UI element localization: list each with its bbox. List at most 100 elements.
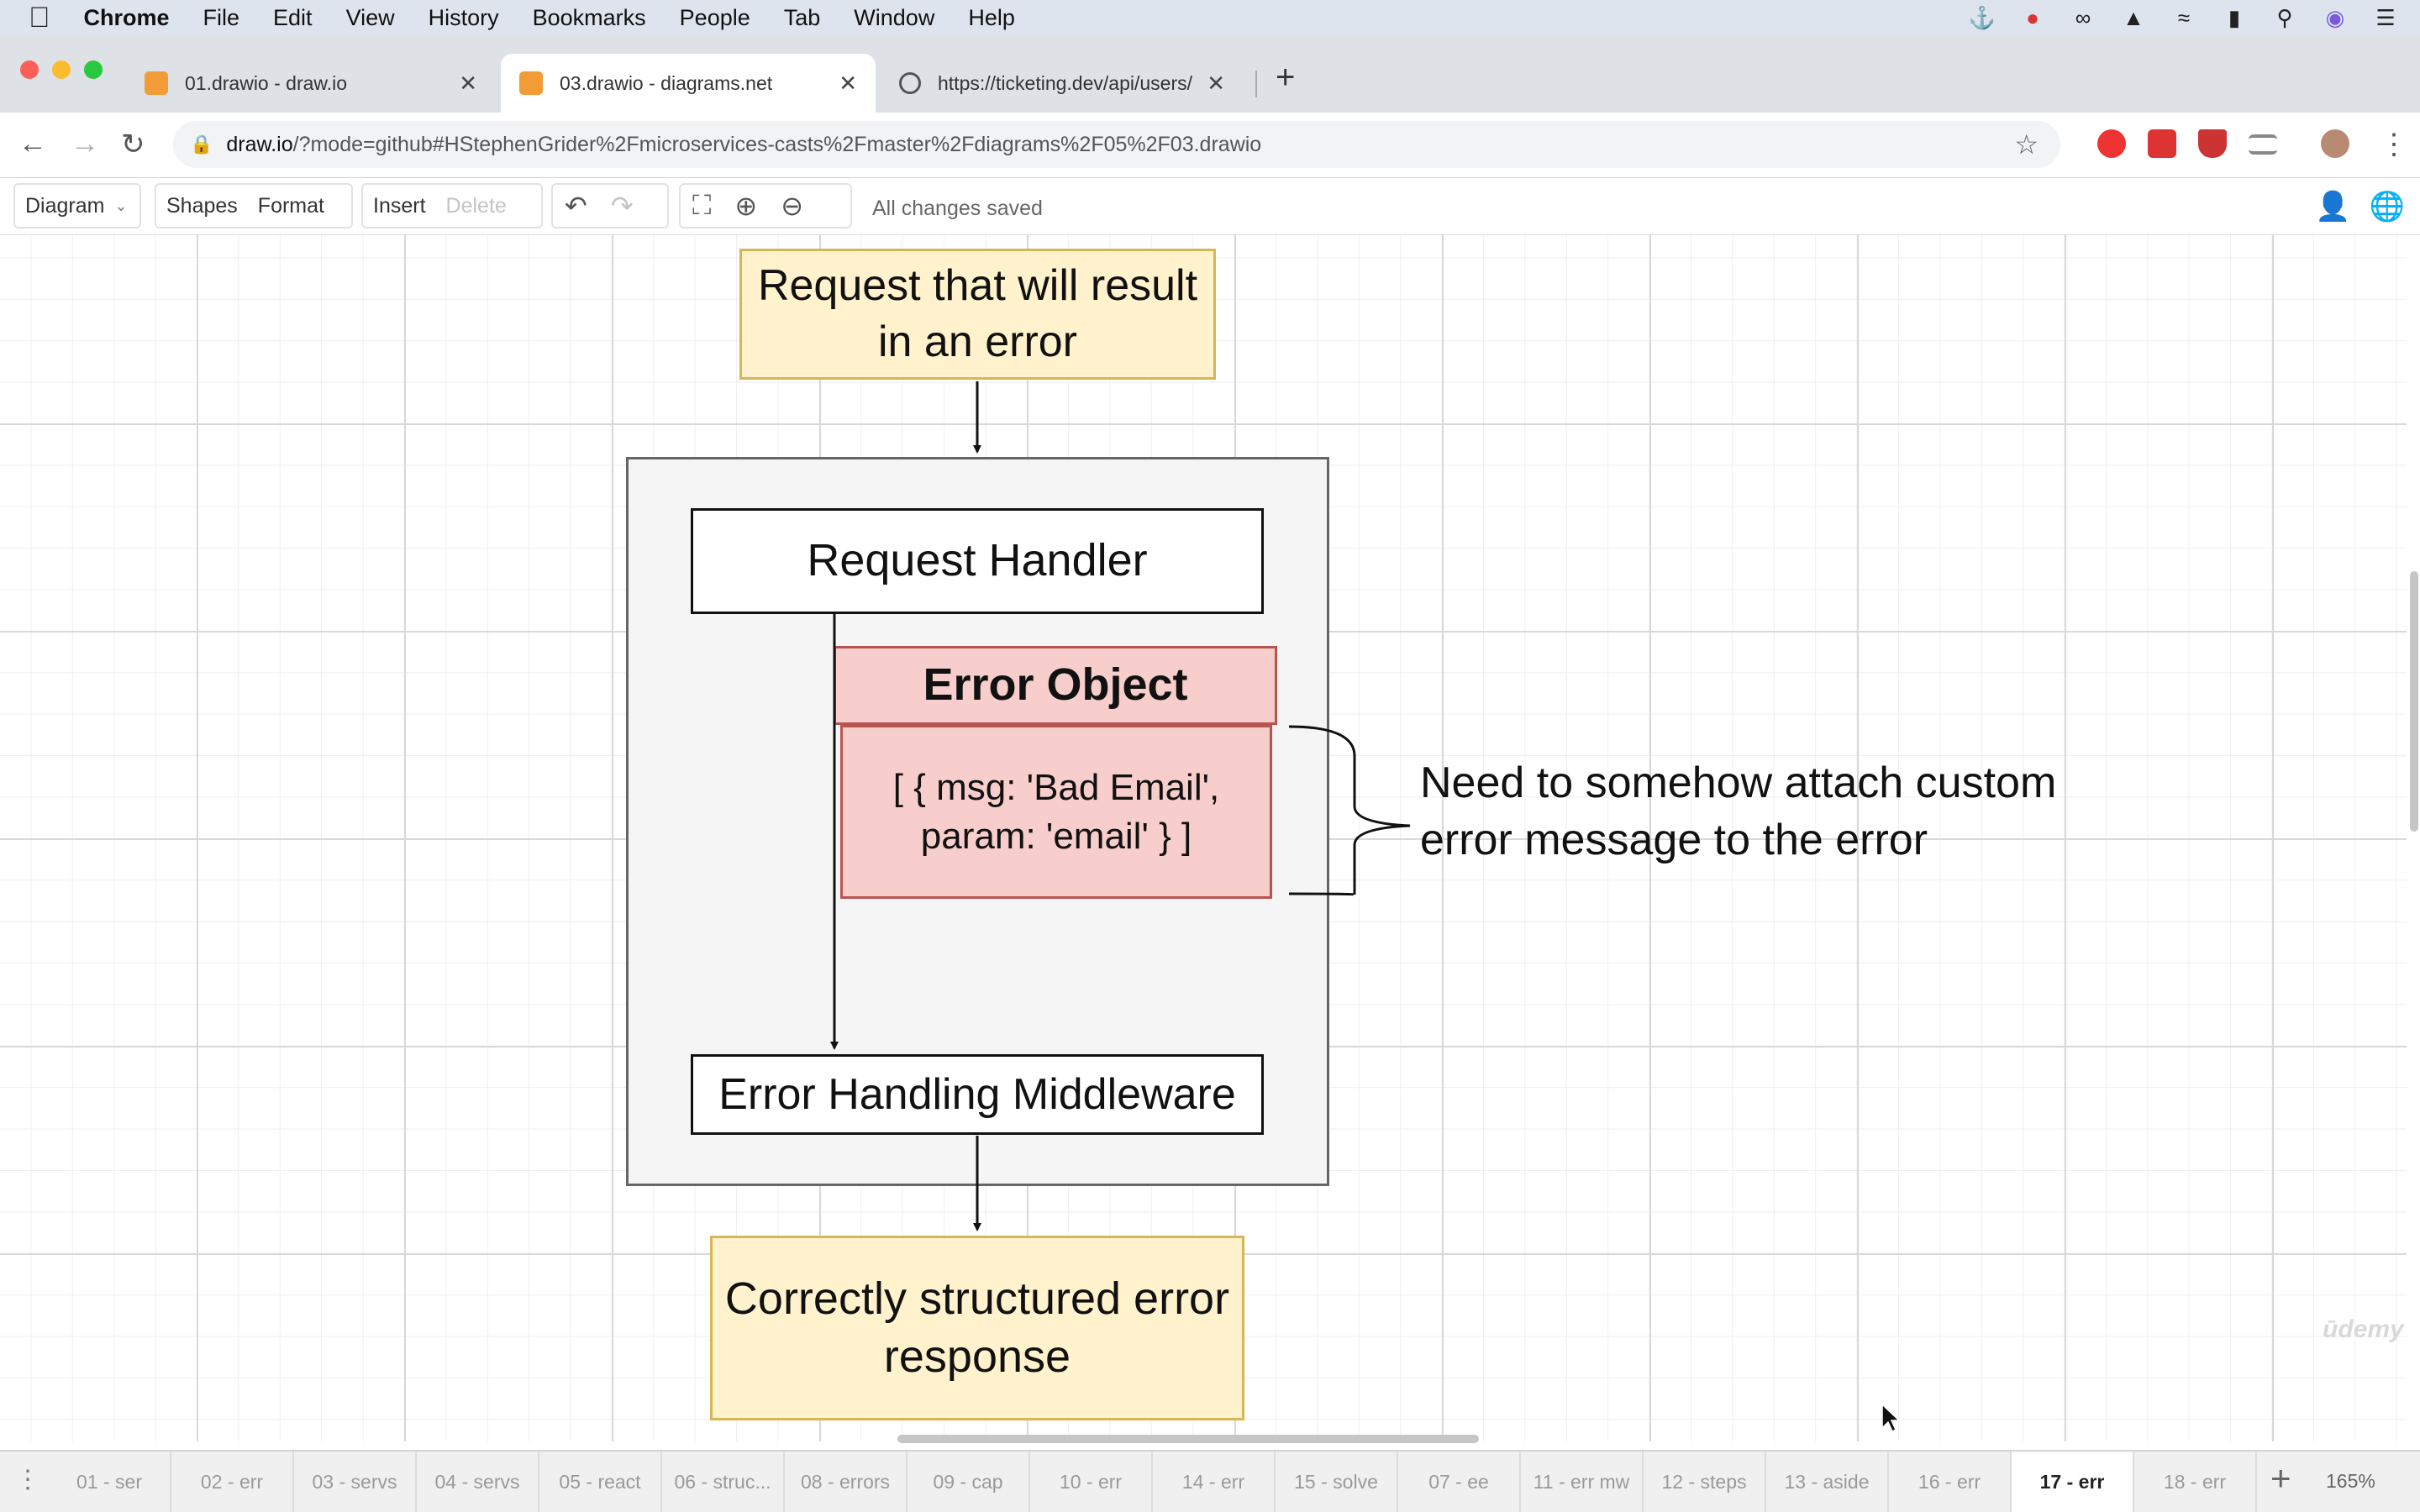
menu-people[interactable]: People bbox=[680, 5, 750, 31]
format-button[interactable]: Format bbox=[248, 194, 334, 218]
page-tab[interactable]: 06 - struc... bbox=[662, 1452, 785, 1512]
tab-03-diagrams[interactable]: 03.drawio - diagrams.net ✕ bbox=[501, 54, 876, 113]
browser-tab-strip: 01.drawio - draw.io ✕ 03.drawio - diagra… bbox=[0, 35, 2420, 113]
page-tab[interactable]: 18 - err bbox=[2134, 1452, 2257, 1512]
zoom-out-icon[interactable]: ⊖ bbox=[769, 190, 815, 222]
app-icon[interactable]: ● bbox=[2018, 5, 2047, 31]
shapes-format-group: Shapes Format bbox=[155, 183, 353, 228]
annotation-note-text: Need to somehow attach custom error mess… bbox=[1420, 759, 2057, 864]
zoom-level[interactable]: 165% bbox=[2326, 1470, 2375, 1493]
zoom-window-button[interactable] bbox=[84, 60, 103, 79]
page-tab-active[interactable]: 17 - err bbox=[2012, 1452, 2134, 1512]
forward-icon[interactable]: → bbox=[71, 128, 99, 160]
url-path: /?mode=github#HStephenGrider%2Fmicroserv… bbox=[292, 132, 1262, 156]
menu-app-name[interactable]: Chrome bbox=[84, 5, 170, 31]
diagram-canvas[interactable]: Request that will result in an error Req… bbox=[0, 235, 2407, 1441]
redo-icon[interactable]: ↷ bbox=[599, 190, 645, 222]
pages-menu-icon[interactable]: ⋮ bbox=[15, 1465, 40, 1494]
udemy-watermark: ūdemy bbox=[2323, 1315, 2404, 1343]
insert-delete-group: Insert Delete bbox=[361, 183, 543, 228]
spotlight-icon[interactable]: ⚲ bbox=[2270, 5, 2299, 31]
close-icon[interactable]: ✕ bbox=[1207, 71, 1225, 97]
annotation-note[interactable]: Need to somehow attach custom error mess… bbox=[1420, 729, 2059, 895]
insert-button[interactable]: Insert bbox=[363, 194, 436, 218]
language-globe-icon[interactable]: 🌐 bbox=[2370, 190, 2405, 223]
tab-title: https://ticketing.dev/api/users/cu bbox=[938, 71, 1194, 94]
battery-icon[interactable]: ▮ bbox=[2220, 5, 2249, 31]
url-host: draw.io bbox=[226, 132, 293, 156]
minimize-window-button[interactable] bbox=[52, 60, 71, 79]
avatar[interactable] bbox=[2321, 129, 2349, 158]
address-bar-row: ← → ↻ 🔒 draw.io/?mode=github#HStephenGri… bbox=[0, 113, 2420, 178]
page-tab[interactable]: 12 - steps bbox=[1644, 1452, 1766, 1512]
vertical-scroll-thumb[interactable] bbox=[2410, 571, 2418, 832]
page-tab[interactable]: 14 - err bbox=[1153, 1452, 1276, 1512]
fit-screen-icon[interactable]: ⛶ bbox=[681, 190, 723, 222]
menu-tab[interactable]: Tab bbox=[784, 5, 821, 31]
response-node[interactable]: Correctly structured error response bbox=[710, 1236, 1244, 1420]
list-icon[interactable]: ☰ bbox=[2371, 5, 2400, 31]
lock-icon: 🔒 bbox=[190, 134, 213, 155]
error-object-header[interactable]: Error Object bbox=[834, 646, 1277, 725]
zoom-in-icon[interactable]: ⊕ bbox=[723, 190, 769, 222]
add-page-button[interactable]: + bbox=[2270, 1458, 2291, 1499]
user-icon[interactable]: 👤 bbox=[2315, 190, 2350, 223]
page-tab[interactable]: 07 - ee bbox=[1398, 1452, 1521, 1512]
sort-extension-icon[interactable] bbox=[2249, 134, 2277, 155]
error-object-body[interactable]: [ { msg: 'Bad Email', param: 'email' } ] bbox=[840, 725, 1272, 899]
close-icon[interactable]: ✕ bbox=[459, 71, 477, 97]
apple-icon[interactable]:  bbox=[29, 2, 50, 34]
page-tab[interactable]: 02 - err bbox=[171, 1452, 294, 1512]
glasses-icon[interactable]: ∞ bbox=[2069, 5, 2097, 31]
page-tab[interactable]: 08 - errors bbox=[785, 1452, 908, 1512]
gauge-icon[interactable]: ▲ bbox=[2119, 5, 2148, 31]
wifi-icon[interactable]: ≈ bbox=[2170, 5, 2198, 31]
error-middleware-label: Error Handling Middleware bbox=[718, 1069, 1236, 1119]
tab-01-drawio[interactable]: 01.drawio - draw.io ✕ bbox=[126, 54, 496, 113]
page-tab[interactable]: 05 - react bbox=[539, 1452, 662, 1512]
diagram-menu[interactable]: Diagram ⌄ bbox=[13, 183, 141, 228]
menu-file[interactable]: File bbox=[203, 5, 240, 31]
shield-extension-icon[interactable] bbox=[2198, 129, 2227, 158]
error-middleware-node[interactable]: Error Handling Middleware bbox=[691, 1054, 1264, 1135]
menu-window[interactable]: Window bbox=[854, 5, 934, 31]
diagram-menu-label: Diagram bbox=[25, 193, 105, 218]
menu-history[interactable]: History bbox=[429, 5, 499, 31]
menu-view[interactable]: View bbox=[346, 5, 395, 31]
siri-icon[interactable]: ◉ bbox=[2321, 5, 2349, 31]
page-tab[interactable]: 03 - servs bbox=[294, 1452, 417, 1512]
reload-icon[interactable]: ↻ bbox=[121, 128, 145, 161]
page-tab[interactable]: 01 - ser bbox=[49, 1452, 171, 1512]
page-tab[interactable]: 04 - servs bbox=[417, 1452, 539, 1512]
url-field[interactable]: 🔒 draw.io/?mode=github#HStephenGrider%2F… bbox=[173, 121, 2060, 168]
horizontal-scrollbar[interactable] bbox=[897, 1435, 1479, 1443]
drawio-favicon-icon bbox=[145, 71, 168, 95]
new-tab-button[interactable]: + bbox=[1276, 59, 1295, 97]
request-node[interactable]: Request that will result in an error bbox=[739, 249, 1216, 380]
shapes-button[interactable]: Shapes bbox=[156, 194, 248, 218]
docker-icon[interactable]: ⚓ bbox=[1968, 5, 1996, 31]
undo-icon[interactable]: ↶ bbox=[553, 190, 599, 222]
vertical-scrollbar[interactable] bbox=[2407, 235, 2420, 1441]
extension-icon[interactable] bbox=[2148, 129, 2176, 158]
response-node-label: Correctly structured error response bbox=[724, 1273, 1230, 1382]
tab-ticketing-api[interactable]: https://ticketing.dev/api/users/cu ✕ bbox=[881, 54, 1244, 113]
page-tab[interactable]: 15 - solve bbox=[1276, 1452, 1398, 1512]
opera-extension-icon[interactable] bbox=[2097, 129, 2126, 158]
menu-help[interactable]: Help bbox=[968, 5, 1015, 31]
chrome-menu-icon[interactable]: ⋮ bbox=[2380, 128, 2408, 161]
menu-bookmarks[interactable]: Bookmarks bbox=[533, 5, 646, 31]
bookmark-star-icon[interactable]: ☆ bbox=[2014, 129, 2039, 160]
back-icon[interactable]: ← bbox=[18, 128, 47, 160]
page-tab[interactable]: 10 - err bbox=[1030, 1452, 1153, 1512]
close-icon[interactable]: ✕ bbox=[839, 71, 857, 97]
request-handler-node[interactable]: Request Handler bbox=[691, 508, 1264, 614]
page-tab[interactable]: 16 - err bbox=[1889, 1452, 2012, 1512]
error-object-title: Error Object bbox=[923, 659, 1188, 711]
delete-button[interactable]: Delete bbox=[436, 194, 517, 218]
page-tab[interactable]: 13 - aside bbox=[1766, 1452, 1889, 1512]
page-tab[interactable]: 11 - err mw bbox=[1521, 1452, 1644, 1512]
page-tab[interactable]: 09 - cap bbox=[908, 1452, 1030, 1512]
menu-edit[interactable]: Edit bbox=[273, 5, 313, 31]
close-window-button[interactable] bbox=[20, 60, 39, 79]
